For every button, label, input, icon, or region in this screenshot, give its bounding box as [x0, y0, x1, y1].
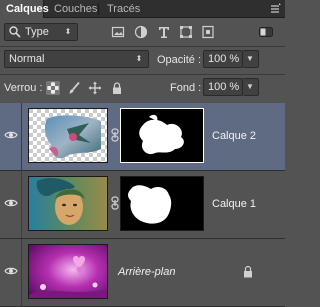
layer-name[interactable]: Calque 1: [212, 198, 256, 210]
visibility-column[interactable]: [0, 103, 22, 170]
fill-input[interactable]: 100 %: [203, 78, 243, 96]
blend-mode-select[interactable]: Normal ⬍: [4, 50, 149, 68]
lock-label: Verrou :: [4, 82, 43, 94]
lock-position-icon[interactable]: [88, 81, 102, 95]
opacity-value: 100 %: [208, 53, 240, 65]
layer-row-arriere-plan[interactable]: Arrière-plan: [0, 239, 285, 307]
eye-icon[interactable]: [4, 266, 18, 276]
layer-name[interactable]: Calque 2: [212, 130, 256, 142]
filter-kind-select[interactable]: Type ⬍: [4, 23, 78, 41]
link-icon[interactable]: [110, 196, 120, 210]
shape-filter-icon[interactable]: [179, 25, 193, 39]
lock-all-icon[interactable]: [110, 81, 124, 95]
layers-list: Calque 2 Calque 1 Arrière-plan: [0, 103, 285, 307]
panel-tab-bar: Calques Couches Tracés: [0, 0, 285, 18]
search-icon: [8, 25, 22, 39]
tab-couches[interactable]: Couches: [48, 0, 103, 18]
tab-separator: [98, 3, 99, 15]
tab-traces[interactable]: Tracés: [101, 0, 146, 18]
lock-row: Verrou : Fond : 100 % ▼: [0, 75, 285, 102]
eye-icon[interactable]: [4, 198, 18, 208]
adjustment-filter-icon[interactable]: [134, 25, 148, 39]
panel-menu-icon[interactable]: [268, 2, 282, 16]
opacity-input[interactable]: 100 %: [203, 50, 243, 68]
filter-kind-value: Type: [25, 26, 49, 38]
layer-thumbnail[interactable]: [28, 176, 108, 231]
opacity-label: Opacité :: [157, 54, 202, 66]
layer-thumbnail[interactable]: [28, 244, 108, 299]
layer-name[interactable]: Arrière-plan: [118, 266, 175, 278]
layer-row-calque-1[interactable]: Calque 1: [0, 171, 285, 239]
chevron-updown-icon: ⬍: [135, 54, 143, 63]
layer-row-calque-2[interactable]: Calque 2: [0, 103, 285, 171]
visibility-column[interactable]: [0, 239, 22, 306]
smart-object-filter-icon[interactable]: [201, 25, 215, 39]
blend-row: Normal ⬍ Opacité : 100 % ▼: [0, 47, 285, 73]
tab-calques[interactable]: Calques: [0, 0, 49, 18]
layer-thumbnail[interactable]: [28, 108, 108, 163]
lock-image-pixels-icon[interactable]: [67, 81, 81, 95]
chevron-updown-icon: ⬍: [64, 27, 72, 36]
lock-icon: [243, 265, 253, 278]
link-icon[interactable]: [110, 128, 120, 142]
fill-label: Fond :: [170, 82, 202, 94]
fill-dropdown-button[interactable]: ▼: [243, 78, 259, 96]
visibility-column[interactable]: [0, 171, 22, 238]
chevron-down-icon: ▼: [246, 82, 254, 91]
opacity-dropdown-button[interactable]: ▼: [243, 50, 259, 68]
type-filter-icon[interactable]: [157, 25, 171, 39]
filter-toggle-switch[interactable]: [259, 27, 273, 37]
layer-mask-thumbnail[interactable]: [120, 108, 204, 163]
layer-mask-thumbnail[interactable]: [120, 176, 204, 231]
filter-row: Type ⬍: [0, 19, 285, 45]
image-filter-icon[interactable]: [111, 25, 125, 39]
lock-transparent-pixels-icon[interactable]: [46, 81, 60, 95]
blend-mode-value: Normal: [9, 53, 45, 65]
chevron-down-icon: ▼: [246, 54, 254, 63]
fill-value: 100 %: [208, 81, 240, 93]
eye-icon[interactable]: [4, 130, 18, 140]
